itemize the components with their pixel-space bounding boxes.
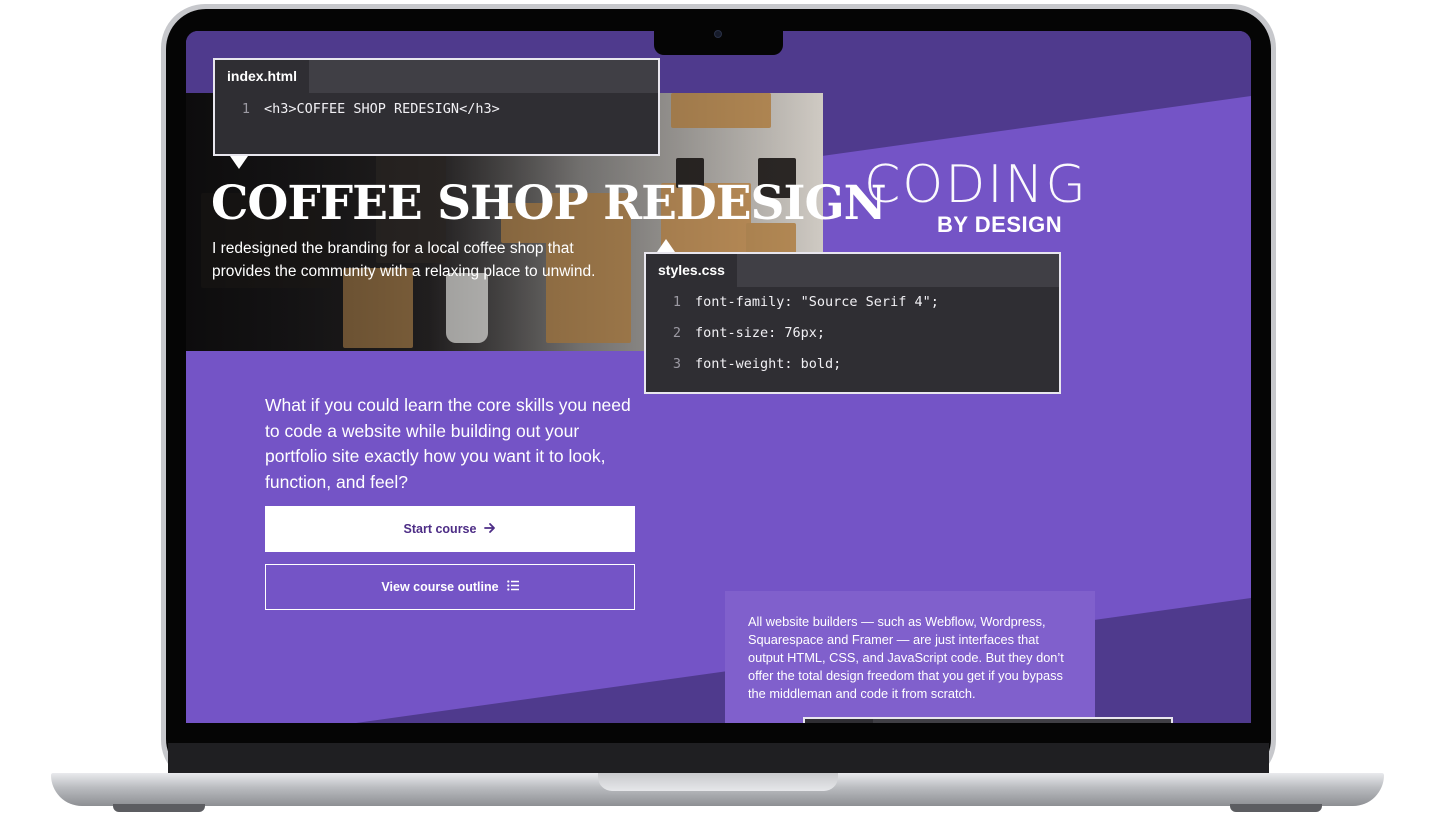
camera-icon <box>714 30 722 38</box>
code-line: 1 font-family: "Source Serif 4"; <box>659 294 939 310</box>
code-text: font-size: 76px; <box>695 325 826 341</box>
arrow-right-icon <box>484 522 496 537</box>
index-html-tab[interactable]: index.html <box>215 60 310 93</box>
laptop-foot-right <box>1230 804 1322 812</box>
view-course-outline-label: View course outline <box>381 580 499 594</box>
index-html-tabbar: index.html <box>215 60 658 93</box>
hero-subtitle: I redesigned the branding for a local co… <box>212 240 596 280</box>
line-number: 1 <box>241 101 250 117</box>
info-card: All website builders — such as Webflow, … <box>725 591 1173 723</box>
code-text: font-family: "Source Serif 4"; <box>695 294 939 310</box>
logo-coding: CODING <box>864 155 1088 215</box>
partial-code-tab <box>805 719 873 723</box>
index-window-pointer <box>230 156 248 169</box>
styles-css-tabbar: styles.css <box>646 254 1059 287</box>
list-icon <box>506 580 519 594</box>
laptop-thumb-notch <box>598 773 838 791</box>
view-course-outline-button[interactable]: View course outline <box>265 564 635 610</box>
code-text: <h3>COFFEE SHOP REDESIGN</h3> <box>264 101 500 117</box>
line-number: 3 <box>672 356 681 372</box>
info-card-text: All website builders — such as Webflow, … <box>748 614 1064 701</box>
hero-title: COFFEE SHOP REDESIGN <box>211 176 887 231</box>
styles-window-pointer <box>657 239 675 252</box>
start-course-button[interactable]: Start course <box>265 506 635 552</box>
partial-code-window <box>803 717 1173 723</box>
start-course-label: Start course <box>403 522 477 536</box>
code-line: 3 font-weight: bold; <box>659 356 841 372</box>
laptop-foot-left <box>113 804 205 812</box>
styles-css-tab[interactable]: styles.css <box>646 254 737 287</box>
line-number: 2 <box>672 325 681 341</box>
code-line: 2 font-size: 76px; <box>659 325 825 341</box>
line-number: 1 <box>672 294 681 310</box>
styles-css-window: styles.css 1 font-family: "Source Serif 4… <box>644 252 1061 394</box>
code-text: font-weight: bold; <box>695 356 842 372</box>
laptop-hinge <box>168 743 1269 774</box>
intro-text: What if you could learn the core skills … <box>265 395 631 492</box>
index-html-window: index.html 1 <h3>COFFEE SHOP REDESIGN</h3… <box>213 58 660 156</box>
logo-by-design: BY DESIGN <box>937 212 1063 237</box>
code-line: 1 <h3>COFFEE SHOP REDESIGN</h3> <box>228 101 500 117</box>
